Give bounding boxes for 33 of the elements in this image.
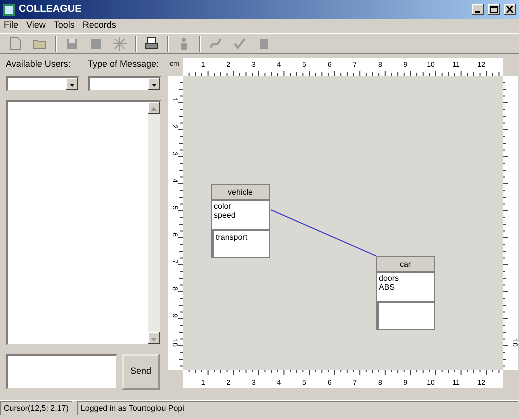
maximize-icon [490, 6, 498, 13]
window-title: COLLEAGUE [19, 3, 83, 17]
scroll-down-button[interactable] [148, 332, 160, 344]
maximize-button[interactable] [488, 4, 500, 15]
scroll-up-button[interactable] [148, 102, 160, 114]
menu-item[interactable]: View [26, 19, 46, 33]
page-icon[interactable] [8, 36, 24, 52]
attribute-text: ABS [379, 283, 396, 292]
class-name: car [377, 257, 434, 273]
class-box[interactable]: car doors ABS [376, 256, 435, 330]
menu-item[interactable]: Tools [54, 19, 75, 33]
attribute-text: color [214, 202, 232, 211]
menu-item[interactable]: File [4, 19, 19, 33]
message-field[interactable] [6, 354, 118, 390]
close-button[interactable] [504, 4, 516, 15]
class-name: vehicle [212, 185, 269, 201]
message-type-label: Type of Message: [88, 58, 160, 71]
users-dropdown[interactable] [6, 76, 80, 92]
users-label: Available Users: [6, 58, 72, 71]
class-box[interactable]: vehicle color speed transport [211, 184, 270, 258]
message-type-dropdown[interactable] [88, 76, 162, 92]
method-text: transport [216, 232, 249, 244]
minimize-button[interactable] [472, 4, 484, 15]
close-icon [506, 6, 514, 13]
status-text: Cursor(12,5; 2,17) [0, 401, 73, 416]
check-icon[interactable] [232, 36, 248, 52]
attribute-text: doors [379, 274, 400, 283]
attribute-text: speed [214, 211, 237, 220]
send-button[interactable]: Send [122, 354, 160, 390]
printer-icon[interactable] [144, 36, 160, 52]
menu-item[interactable]: Records [82, 19, 116, 33]
status-text: Logged in as Tourtoglou Popi [76, 401, 519, 416]
app-icon [3, 4, 15, 16]
